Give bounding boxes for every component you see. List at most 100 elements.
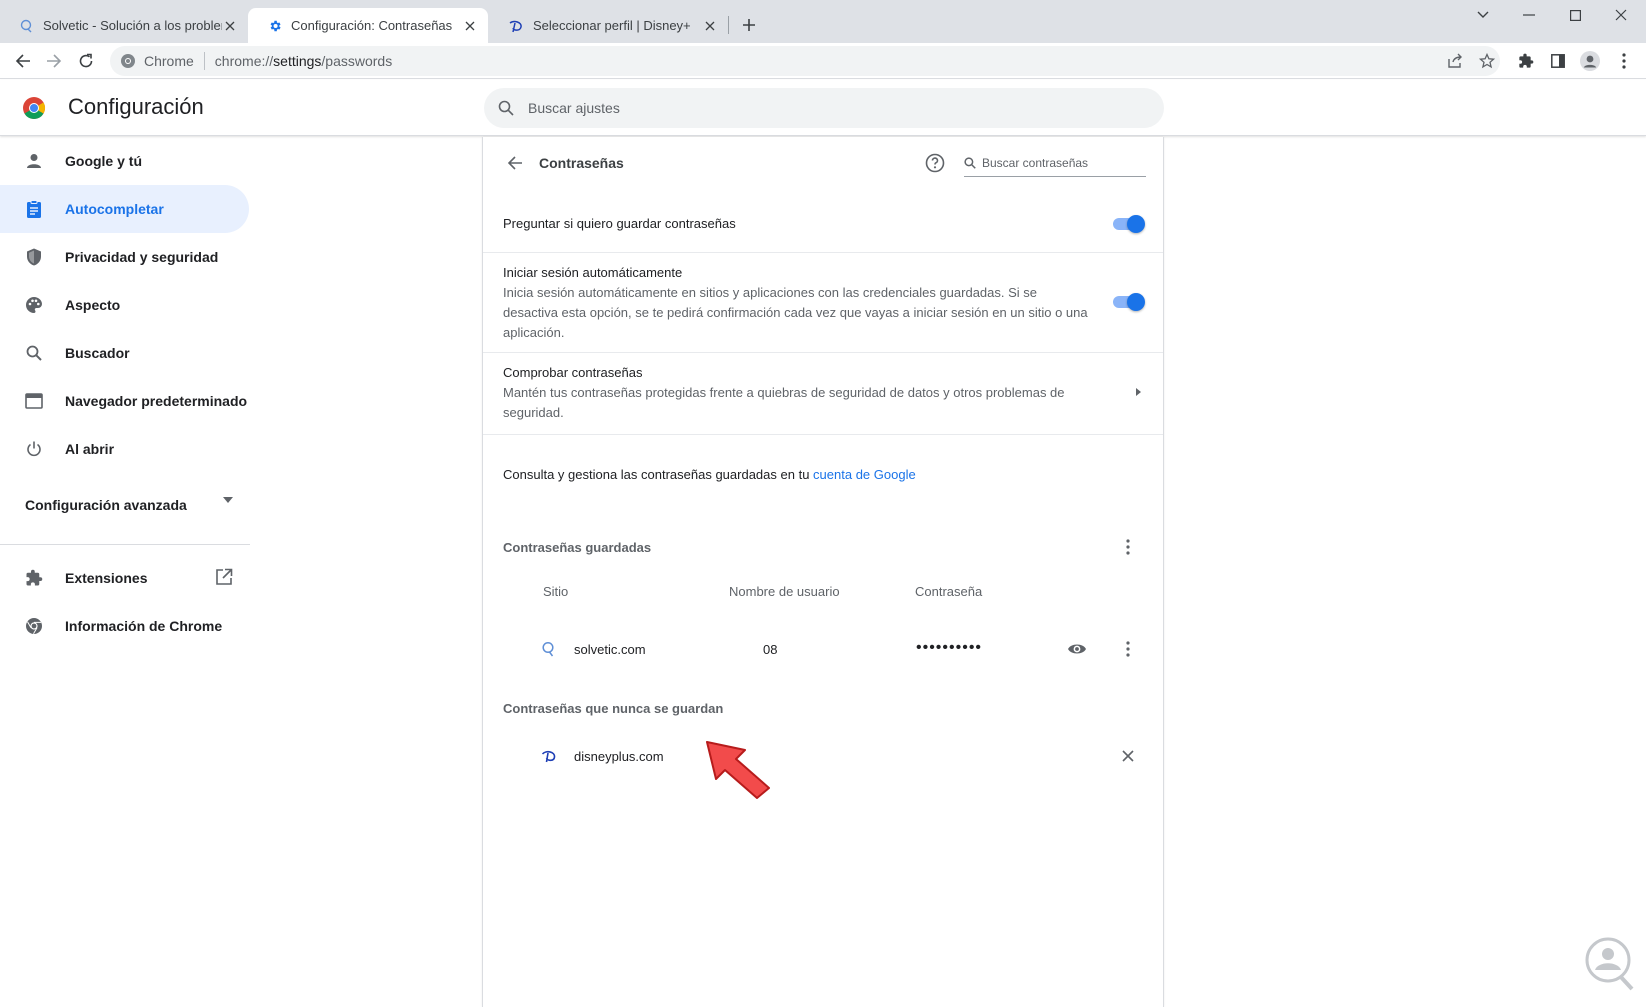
- site-info-chip[interactable]: Chrome: [120, 53, 194, 69]
- password-search-input[interactable]: [982, 155, 1142, 170]
- reload-button[interactable]: [72, 47, 100, 75]
- never-saved-site: disneyplus.com: [574, 749, 664, 764]
- profile-button[interactable]: [1576, 47, 1604, 75]
- chrome-icon: [24, 616, 44, 636]
- url-host: settings: [273, 53, 322, 69]
- back-button[interactable]: [9, 47, 37, 75]
- share-button[interactable]: [1444, 50, 1466, 72]
- page-title: Contraseñas: [539, 155, 624, 171]
- auto-signin-row: Iniciar sesión automáticamente Inicia se…: [483, 252, 1163, 352]
- password-search[interactable]: [964, 149, 1146, 177]
- sidebar-item-label: Extensiones: [65, 570, 148, 586]
- kebab-menu-icon: [1126, 641, 1130, 657]
- browser-icon: [24, 391, 44, 411]
- omnibox[interactable]: Chrome chrome://settings/passwords: [110, 46, 1500, 76]
- offer-save-toggle[interactable]: [1113, 215, 1145, 233]
- sidebar-item-on-startup[interactable]: Al abrir: [0, 425, 249, 473]
- sidebar-item-extensions[interactable]: Extensiones: [0, 554, 249, 602]
- bookmark-button[interactable]: [1476, 50, 1498, 72]
- manage-passwords-text: Consulta y gestiona las contraseñas guar…: [503, 467, 916, 482]
- saved-passwords-heading: Contraseñas guardadas: [503, 540, 652, 555]
- maximize-icon: [1569, 9, 1581, 21]
- clipboard-icon: [24, 199, 44, 219]
- sidebar-advanced-label: Configuración avanzada: [25, 497, 187, 513]
- side-panel-icon: [1551, 54, 1565, 68]
- offer-save-label: Preguntar si quiero guardar contraseñas: [503, 216, 736, 231]
- omnibox-divider: [203, 52, 205, 70]
- kebab-menu-icon: [1622, 53, 1626, 69]
- show-password-button[interactable]: [1066, 638, 1088, 660]
- help-icon: [925, 153, 945, 173]
- extensions-button[interactable]: [1512, 47, 1540, 75]
- manage-text: Consulta y gestiona las contraseñas guar…: [503, 467, 814, 482]
- omnibox-url[interactable]: chrome://settings/passwords: [215, 53, 392, 69]
- avatar-icon: [1580, 51, 1600, 71]
- maximize-button[interactable]: [1552, 0, 1598, 30]
- minimize-button[interactable]: [1506, 0, 1552, 30]
- close-icon[interactable]: [702, 18, 718, 34]
- page-header: Contraseñas: [483, 137, 1163, 189]
- column-site: Sitio: [543, 584, 569, 599]
- new-tab-button[interactable]: [738, 14, 760, 36]
- open-in-new-icon: [216, 568, 233, 585]
- close-icon[interactable]: [222, 18, 238, 34]
- sidebar-item-label: Aspecto: [65, 297, 121, 313]
- sidebar-item-about[interactable]: Información de Chrome: [0, 602, 249, 650]
- close-icon: [1122, 750, 1134, 762]
- annotation-arrow-icon: [706, 741, 770, 799]
- google-account-link[interactable]: cuenta de Google: [813, 467, 916, 482]
- tab-settings[interactable]: Configuración: Contraseñas: [248, 8, 488, 43]
- saved-passwords-menu-button[interactable]: [1116, 535, 1140, 559]
- sidebar-item-privacy[interactable]: Privacidad y seguridad: [0, 233, 249, 281]
- tab-search-button[interactable]: [1460, 0, 1506, 30]
- shield-icon: [24, 247, 44, 267]
- remove-exception-button[interactable]: [1117, 745, 1139, 767]
- sidebar-item-appearance[interactable]: Aspecto: [0, 281, 249, 329]
- caret-down-icon: [223, 497, 233, 503]
- sidebar-item-autofill[interactable]: Autocompletar: [0, 185, 249, 233]
- plus-icon: [743, 19, 755, 31]
- disney-favicon: [541, 750, 556, 763]
- arrow-left-icon: [15, 54, 30, 68]
- never-saved-row: disneyplus.com: [483, 736, 1163, 776]
- solvetic-favicon: [542, 641, 554, 657]
- tab-disney[interactable]: Seleccionar perfil | Disney+: [488, 8, 728, 43]
- settings-search-input[interactable]: [528, 100, 1128, 116]
- arrow-right-icon: [47, 54, 62, 68]
- caret-right-icon: [1136, 388, 1141, 396]
- saved-password-row[interactable]: solvetic.com 08 ••••••••••: [483, 629, 1163, 669]
- auto-signin-toggle[interactable]: [1113, 293, 1145, 311]
- settings-sidebar: Google y tú Autocompletar Privacidad y s…: [0, 137, 250, 1007]
- solvetic-watermark-logo: [1585, 937, 1634, 991]
- omnibox-chip-label: Chrome: [144, 53, 194, 69]
- close-icon[interactable]: [462, 18, 478, 34]
- settings-search[interactable]: [484, 88, 1164, 128]
- tab-solvetic[interactable]: Solvetic - Solución a los problemas: [0, 8, 248, 43]
- side-panel-button[interactable]: [1544, 47, 1572, 75]
- auto-signin-description: Inicia sesión automáticamente en sitios …: [503, 285, 1088, 340]
- close-window-button[interactable]: [1598, 0, 1644, 30]
- column-username: Nombre de usuario: [729, 584, 840, 599]
- settings-title: Configuración: [68, 94, 204, 119]
- help-button[interactable]: [923, 151, 947, 175]
- url-path: /passwords: [321, 53, 393, 69]
- sidebar-item-search-engine[interactable]: Buscador: [0, 329, 249, 377]
- url-scheme: chrome://: [214, 53, 274, 69]
- sidebar-advanced[interactable]: Configuración avanzada: [25, 493, 235, 517]
- reload-icon: [79, 53, 93, 68]
- close-icon: [1615, 9, 1627, 21]
- check-passwords-label: Comprobar contraseñas: [503, 365, 643, 380]
- sidebar-item-label: Navegador predeterminado: [65, 393, 248, 409]
- saved-site: solvetic.com: [574, 642, 646, 657]
- chrome-menu-button[interactable]: [1610, 47, 1638, 75]
- check-passwords-row[interactable]: Comprobar contraseñas Mantén tus contras…: [483, 352, 1163, 434]
- password-row-menu-button[interactable]: [1117, 638, 1139, 660]
- solvetic-favicon: [20, 19, 32, 32]
- search-icon: [498, 100, 514, 116]
- column-password: Contraseña: [915, 584, 983, 599]
- chrome-icon: [121, 54, 135, 68]
- sidebar-item-default-browser[interactable]: Navegador predeterminado: [0, 377, 249, 425]
- forward-button[interactable]: [40, 47, 68, 75]
- sidebar-item-google[interactable]: Google y tú: [0, 137, 249, 185]
- back-button[interactable]: [503, 151, 527, 175]
